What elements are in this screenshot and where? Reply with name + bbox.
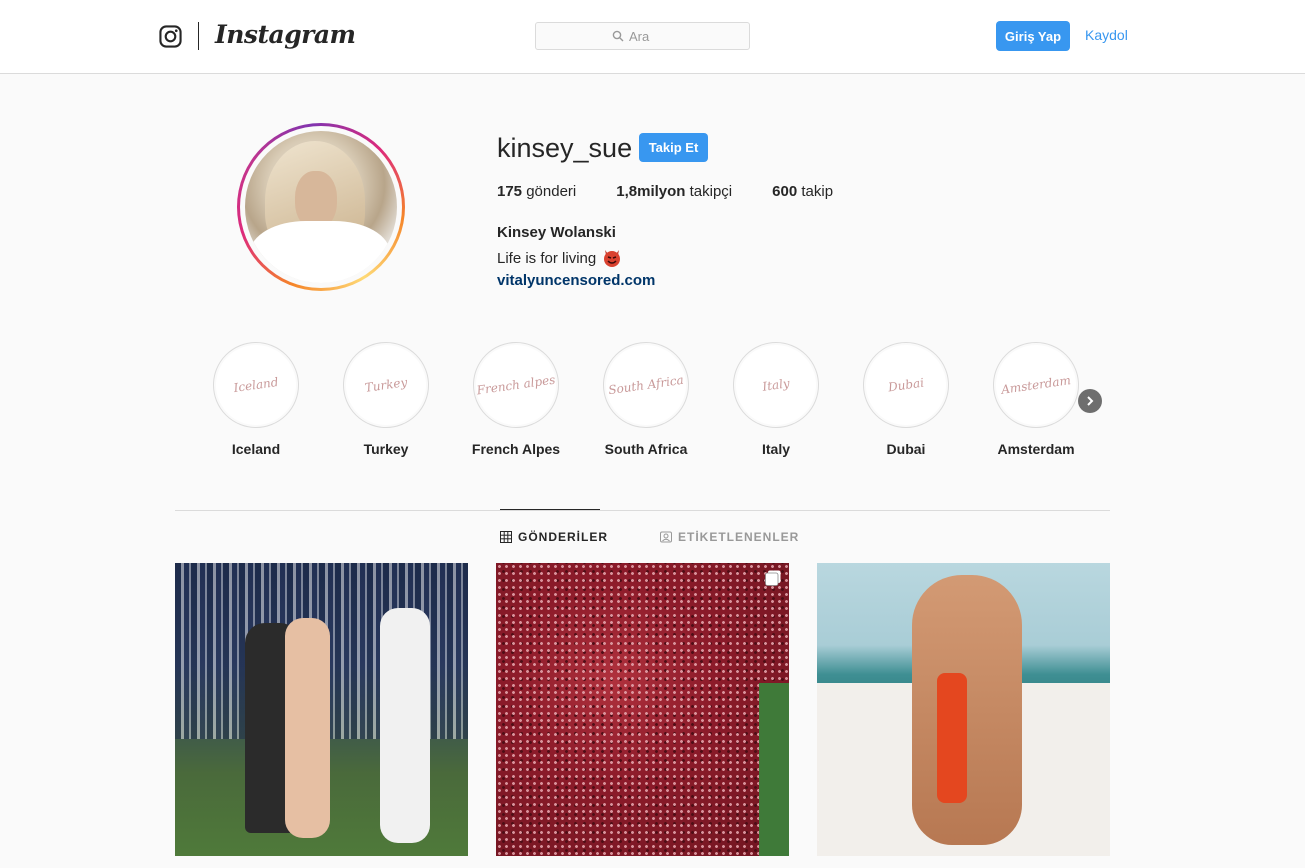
highlight-label: Italy bbox=[761, 441, 790, 457]
bio-text: Life is for living bbox=[497, 249, 597, 267]
logo-divider bbox=[198, 22, 199, 50]
tab-tagged[interactable]: ETİKETLENENLER bbox=[660, 530, 799, 544]
highlight-cover-text: Italy bbox=[730, 339, 822, 431]
tab-tagged-label: ETİKETLENENLER bbox=[678, 530, 800, 544]
profile-bio: Life is for living bbox=[497, 248, 622, 268]
profile-username: kinsey_sue bbox=[497, 133, 633, 163]
search-box[interactable] bbox=[535, 22, 750, 50]
search-icon bbox=[612, 30, 624, 42]
post-thumbnail[interactable] bbox=[817, 563, 1110, 856]
highlight-cover-text: Amsterdam bbox=[990, 339, 1082, 431]
post-thumbnail[interactable] bbox=[496, 563, 789, 856]
highlight-cover-text: South Africa bbox=[600, 339, 692, 431]
posts-count: 175 bbox=[497, 183, 523, 200]
top-navigation-bar: Instagram Giriş Yap Kaydol bbox=[0, 0, 1305, 74]
highlight-label: French Alpes bbox=[471, 441, 561, 457]
highlight-cover: Iceland bbox=[210, 339, 302, 431]
highlight-label: Iceland bbox=[231, 441, 281, 457]
highlight-cover: Amsterdam bbox=[990, 339, 1082, 431]
tab-posts[interactable]: GÖNDERİLER bbox=[500, 530, 608, 544]
highlight-cover-text: Iceland bbox=[210, 339, 302, 431]
highlight-iceland[interactable]: Iceland Iceland bbox=[191, 339, 321, 457]
highlight-label: Turkey bbox=[363, 441, 409, 457]
posts-label: gönderi bbox=[526, 183, 577, 200]
highlight-label: Amsterdam bbox=[997, 441, 1075, 457]
highlight-label: Dubai bbox=[886, 441, 926, 457]
devil-face-icon bbox=[604, 250, 621, 267]
highlight-cover: Italy bbox=[730, 339, 822, 431]
highlight-dubai[interactable]: Dubai Dubai bbox=[841, 339, 971, 457]
search-input[interactable] bbox=[629, 28, 673, 44]
login-button[interactable]: Giriş Yap bbox=[996, 21, 1070, 51]
avatar-photo bbox=[245, 131, 397, 283]
highlight-cover-text: Dubai bbox=[860, 339, 952, 431]
following-stat[interactable]: 600 takip bbox=[772, 183, 833, 200]
followers-stat[interactable]: 1,8milyon takipçi bbox=[616, 183, 732, 200]
highlight-cover: South Africa bbox=[600, 339, 692, 431]
followers-count: 1,8milyon bbox=[616, 183, 686, 200]
highlight-cover: Dubai bbox=[860, 339, 952, 431]
active-tab-indicator bbox=[500, 509, 600, 510]
highlight-cover-text: French alpes bbox=[470, 339, 562, 431]
grid-icon bbox=[500, 531, 512, 543]
tabs-divider bbox=[175, 510, 1110, 511]
posts-count-stat: 175 gönderi bbox=[497, 183, 576, 200]
instagram-wordmark[interactable]: Instagram bbox=[215, 20, 356, 49]
post-thumbnail[interactable] bbox=[175, 563, 468, 856]
tagged-user-icon bbox=[660, 531, 672, 543]
highlight-cover-text: Turkey bbox=[340, 339, 432, 431]
followers-label: takipçi bbox=[689, 183, 733, 200]
follow-button[interactable]: Takip Et bbox=[639, 133, 708, 162]
carousel-multiple-icon bbox=[765, 570, 781, 586]
highlight-turkey[interactable]: Turkey Turkey bbox=[321, 339, 451, 457]
tab-posts-label: GÖNDERİLER bbox=[518, 530, 609, 544]
profile-website-link[interactable]: vitalyuncensored.com bbox=[497, 272, 655, 289]
highlight-label: South Africa bbox=[604, 441, 688, 457]
instagram-camera-icon[interactable] bbox=[159, 25, 182, 48]
following-count: 600 bbox=[772, 183, 798, 200]
highlight-french-alpes[interactable]: French alpes French Alpes bbox=[451, 339, 581, 457]
highlight-italy[interactable]: Italy Italy bbox=[711, 339, 841, 457]
profile-full-name: Kinsey Wolanski bbox=[497, 224, 616, 241]
highlight-south-africa[interactable]: South Africa South Africa bbox=[581, 339, 711, 457]
profile-stats: 175 gönderi 1,8milyon takipçi 600 takip bbox=[497, 183, 873, 200]
signup-link[interactable]: Kaydol bbox=[1085, 27, 1128, 43]
profile-avatar[interactable] bbox=[237, 123, 405, 291]
highlights-next-button[interactable] bbox=[1078, 389, 1102, 413]
highlight-cover: French alpes bbox=[470, 339, 562, 431]
following-label: takip bbox=[801, 183, 834, 200]
highlight-cover: Turkey bbox=[340, 339, 432, 431]
chevron-right-icon bbox=[1087, 396, 1094, 406]
